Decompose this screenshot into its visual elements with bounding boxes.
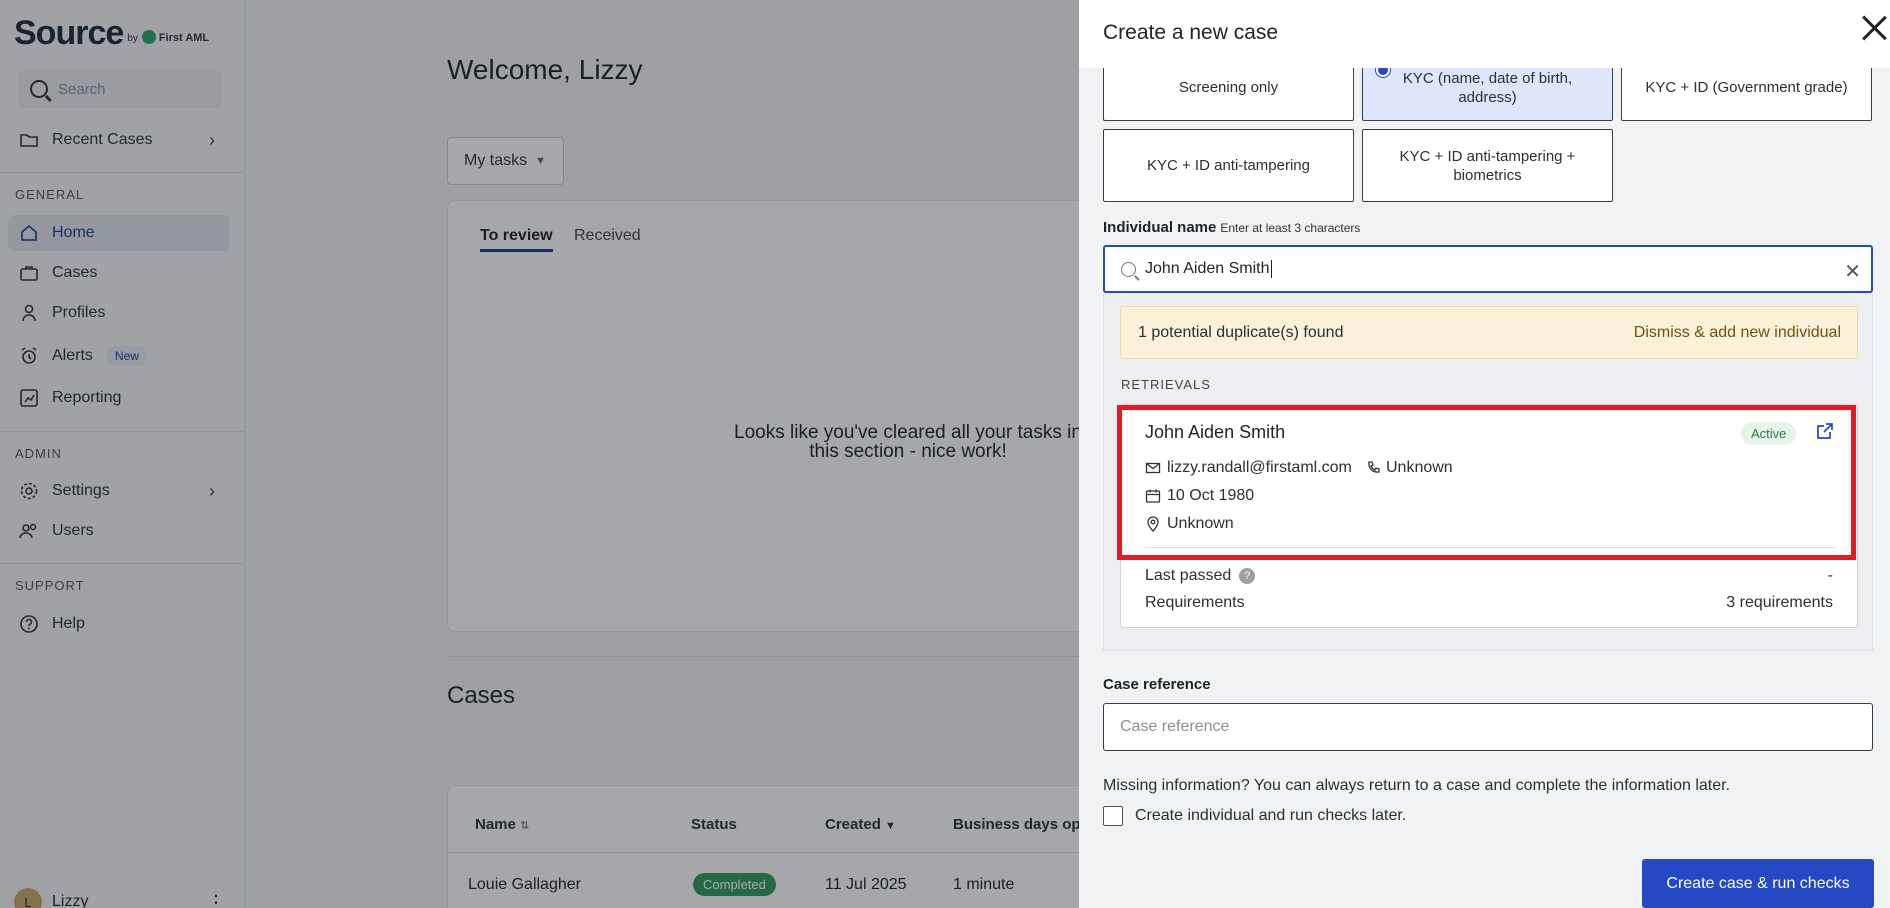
option-label: KYC + ID anti-tampering + biometrics: [1399, 147, 1576, 184]
calendar-icon: [1145, 489, 1161, 503]
record-address: Unknown: [1145, 515, 1234, 533]
last-passed-value: -: [1827, 567, 1833, 584]
divider: [1145, 547, 1835, 548]
case-reference-label: Case reference: [1103, 676, 1211, 693]
dob-value: 10 Oct 1980: [1167, 487, 1255, 504]
input-value: John Aiden Smith: [1145, 260, 1270, 277]
duplicate-warning: 1 potential duplicate(s) found Dismiss &…: [1120, 306, 1858, 359]
location-pin-icon: [1147, 516, 1159, 532]
address-value: Unknown: [1167, 515, 1234, 532]
help-icon[interactable]: ?: [1239, 567, 1256, 584]
record-dob: 10 Oct 1980: [1145, 487, 1254, 505]
option-label: KYC (name, date of birth, address): [1402, 69, 1573, 106]
modal-backdrop[interactable]: [0, 0, 1079, 908]
field-hint: Enter at least 3 characters: [1220, 221, 1361, 235]
text-cursor: [1270, 260, 1272, 278]
email-value: lizzy.randall@firstaml.com: [1167, 459, 1352, 476]
checkbox-label: Create individual and run checks later.: [1135, 807, 1407, 824]
field-label: Individual name: [1103, 219, 1217, 236]
phone-value: Unknown: [1386, 459, 1453, 476]
create-case-button[interactable]: Create case & run checks: [1642, 859, 1874, 908]
retrievals-label: RETRIEVALS: [1121, 377, 1211, 392]
search-icon: [1121, 262, 1136, 277]
option-kyc-id-biometrics[interactable]: KYC + ID anti-tampering + biometrics: [1362, 129, 1613, 202]
individual-name-label: Individual name Enter at least 3 characte…: [1103, 219, 1360, 236]
run-checks-later-checkbox[interactable]: Create individual and run checks later.: [1103, 806, 1406, 826]
mail-icon: [1145, 462, 1161, 474]
create-case-drawer: Screening only KYC (name, date of birth,…: [1079, 0, 1890, 908]
phone-icon: [1368, 461, 1380, 473]
close-icon[interactable]: [1861, 14, 1889, 42]
requirements-label: Requirements: [1145, 594, 1245, 611]
last-passed-label: Last passed?: [1145, 567, 1256, 585]
status-badge: Active: [1741, 422, 1797, 445]
option-label: KYC + ID (Government grade): [1645, 79, 1848, 96]
drawer-header: Create a new case: [1079, 0, 1890, 68]
dismiss-add-new-button[interactable]: Dismiss & add new individual: [1634, 324, 1841, 342]
external-link-icon[interactable]: [1815, 421, 1835, 441]
kv-label: Last passed: [1145, 567, 1232, 584]
missing-info-text: Missing information? You can always retu…: [1103, 777, 1731, 794]
option-label: Screening only: [1178, 79, 1279, 96]
drawer-title: Create a new case: [1103, 21, 1279, 44]
record-phone: Unknown: [1366, 459, 1453, 477]
option-label: KYC + ID anti-tampering: [1147, 157, 1310, 174]
duplicate-message: 1 potential duplicate(s) found: [1138, 324, 1344, 341]
option-kyc-id-anti-tampering[interactable]: KYC + ID anti-tampering: [1103, 129, 1354, 202]
record-name: John Aiden Smith: [1145, 422, 1286, 442]
checkbox[interactable]: [1103, 806, 1123, 826]
individual-name-input[interactable]: John Aiden Smith ✕: [1103, 245, 1873, 293]
retrieval-card[interactable]: John Aiden Smith Active lizzy.randall@fi…: [1120, 404, 1858, 628]
clear-icon[interactable]: ✕: [1844, 259, 1861, 284]
case-reference-input[interactable]: Case reference: [1103, 703, 1873, 751]
duplicate-panel: 1 potential duplicate(s) found Dismiss &…: [1103, 291, 1873, 651]
requirements-value: 3 requirements: [1726, 594, 1833, 611]
record-email: lizzy.randall@firstaml.com: [1145, 459, 1352, 477]
input-placeholder: Case reference: [1120, 718, 1230, 735]
